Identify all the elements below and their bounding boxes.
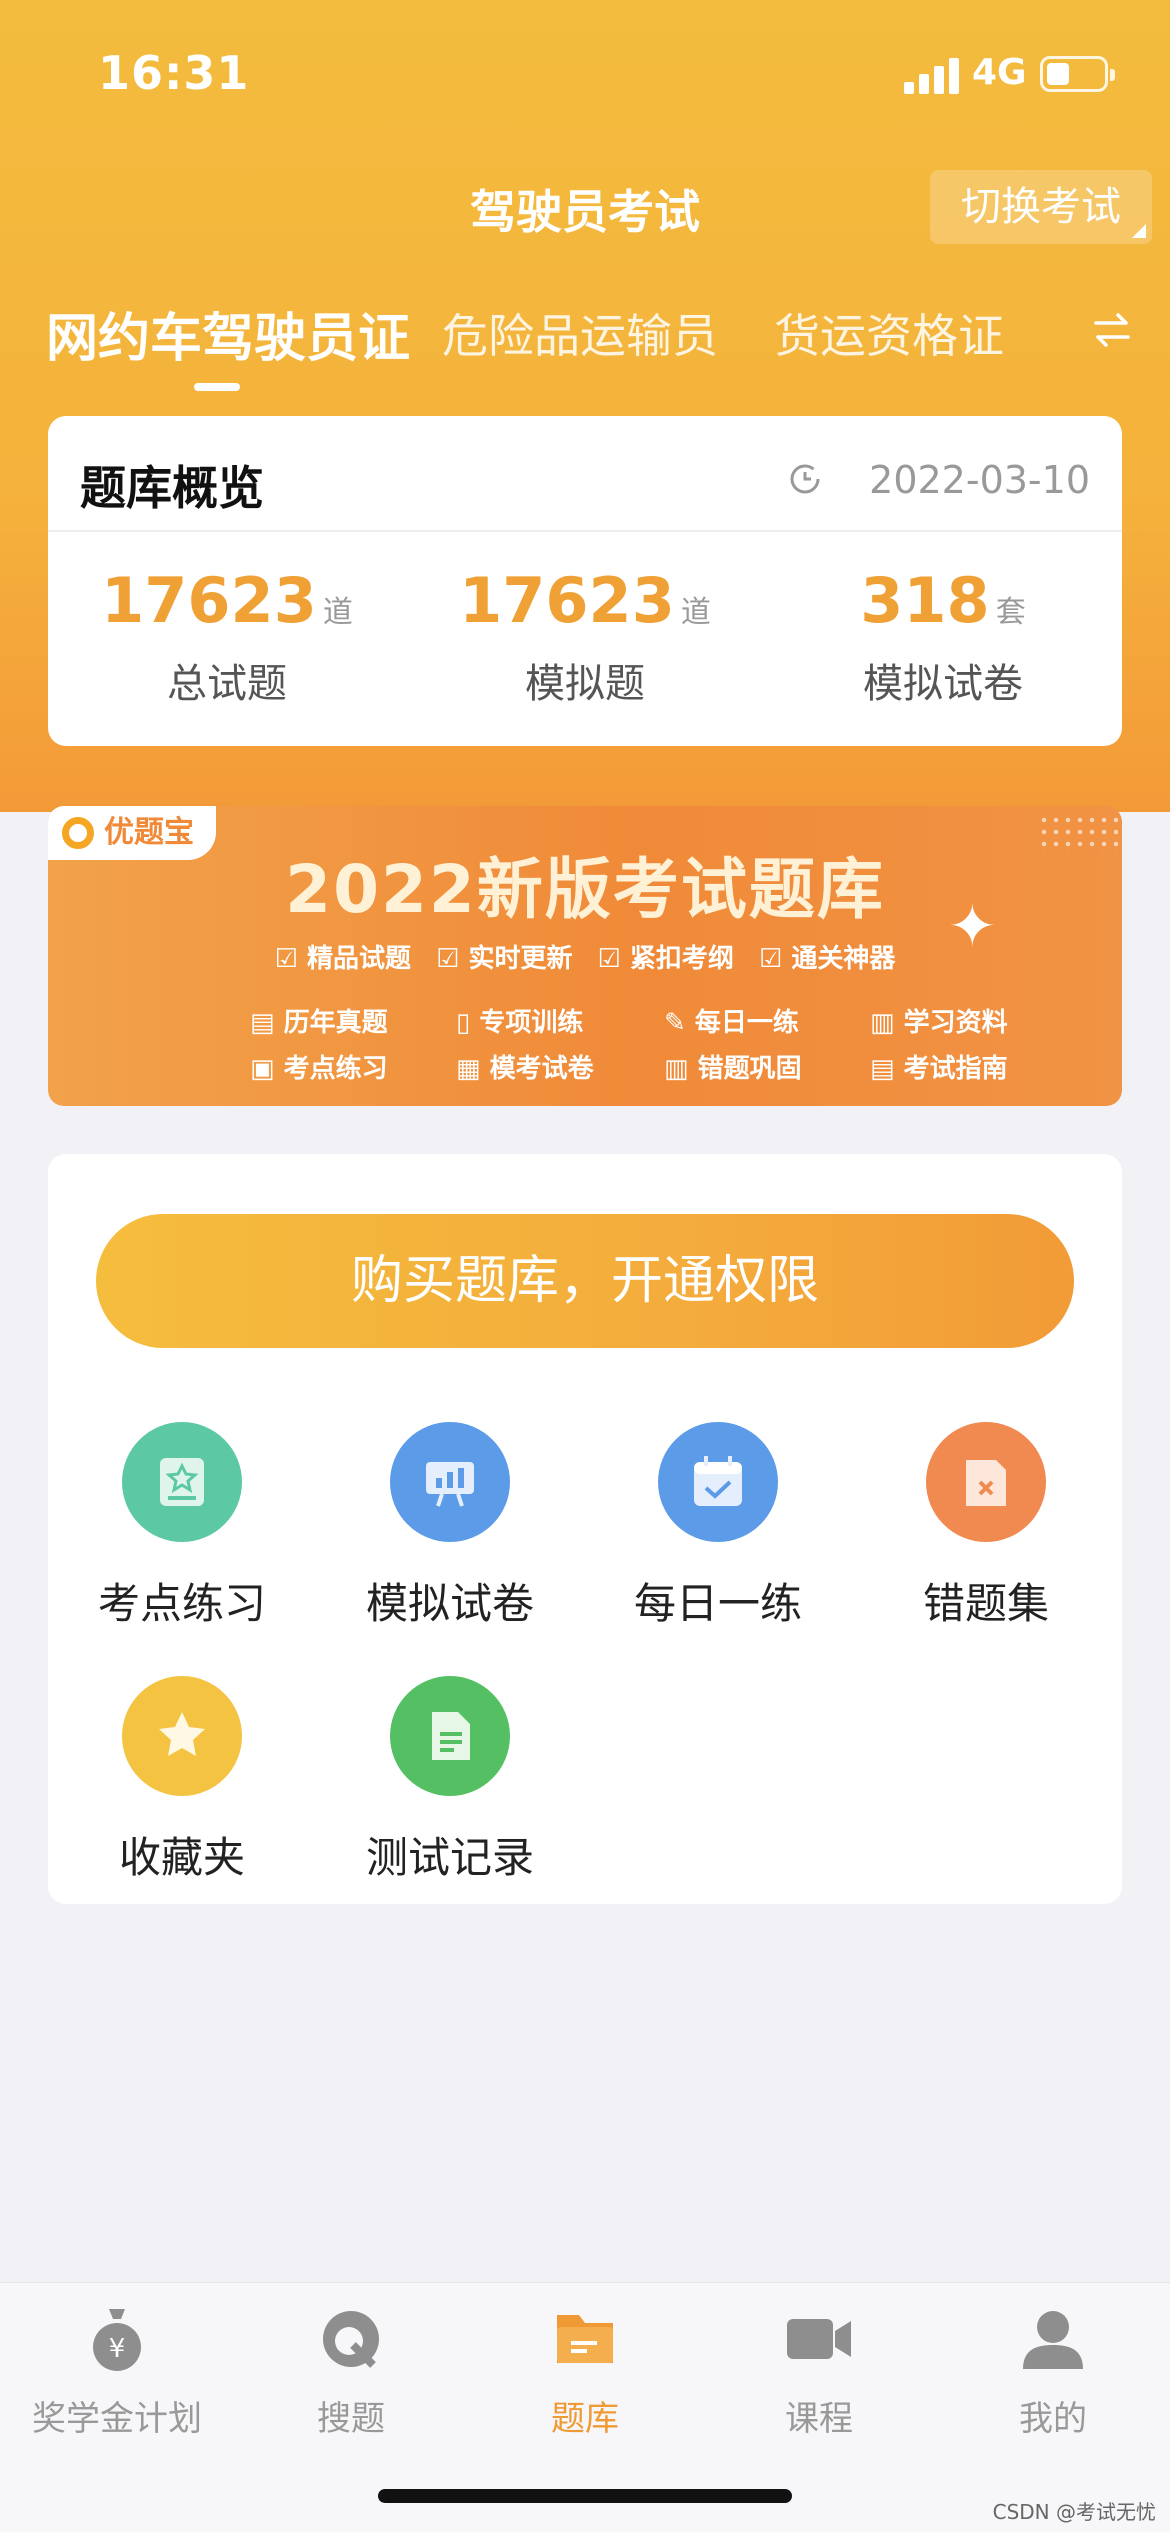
banner-item: ▥ 学习资料 [870,1008,1008,1038]
stat-label: 总试题 [167,661,287,707]
banner-item: ✎ 每日一练 [664,1008,799,1038]
nav-search[interactable]: 搜题 [234,2301,468,2440]
overview-date: 2022-03-10 [869,458,1090,502]
func-label: 错题集 [922,1579,1049,1628]
money-bag-icon: ¥ [93,2309,141,2371]
banner-item: ▣ 考点练习 [250,1054,388,1084]
nav-label: 课程 [785,2399,853,2439]
error-folder-icon [926,1422,1046,1542]
svg-text:¥: ¥ [109,2334,126,2364]
function-card: 购买题库，开通权限 考点练习 模拟试卷 每日一练 错题集 收藏夹 测试记录 [48,1154,1122,1904]
func-label: 每日一练 [633,1579,802,1628]
calendar-check-icon [658,1422,778,1542]
switch-exam-button[interactable]: 切换考试 [930,170,1152,244]
nav-question-bank[interactable]: 题库 [468,2301,702,2440]
tab-freight[interactable]: 货运资格证 [774,300,1004,366]
banner-item: ▤ 考试指南 [870,1054,1008,1084]
swap-icon[interactable] [1090,308,1134,352]
nav-label: 我的 [1019,2399,1087,2439]
stat-value: 17623 [101,564,317,637]
func-daily-practice[interactable]: 每日一练 [584,1422,852,1631]
signal-icon [904,54,960,94]
banner-features: ☑ 精品试题 ☑ 实时更新 ☑ 紧扣考纲 ☑ 通关神器 [274,944,896,974]
nav-courses[interactable]: 课程 [702,2301,936,2440]
stat-label: 模拟题 [525,661,645,707]
home-indicator [378,2489,792,2503]
func-label: 模拟试卷 [365,1579,534,1628]
clock-icon [790,464,820,494]
document-icon [390,1676,510,1796]
tab-hazmat[interactable]: 危险品运输员 [442,300,718,366]
user-icon [1023,2311,1083,2369]
nav-profile[interactable]: 我的 [936,2301,1170,2440]
feature-label: 紧扣考纲 [629,944,734,974]
overview-title: 题库概览 [80,461,264,515]
stat-value: 17623 [459,564,675,637]
active-tab-indicator [194,383,240,391]
corner-triangle-icon [1132,224,1146,238]
nav-label: 题库 [551,2399,619,2439]
folder-icon [557,2315,613,2363]
banner-item: ▯ 专项训练 [456,1008,584,1038]
divider [48,530,1122,532]
watermark: CSDN @考试无忧 [992,2500,1156,2524]
stat-mock-questions: 17623 道 模拟题 [406,564,764,709]
banner-item: ▤ 历年真题 [250,1008,388,1038]
nav-scholarship[interactable]: ¥ 奖学金计划 [0,2301,234,2440]
video-camera-icon [787,2319,851,2359]
tab-ride-hailing[interactable]: 网约车驾驶员证 [46,296,410,371]
func-label: 考点练习 [97,1579,266,1628]
stat-unit: 道 [322,595,353,630]
func-test-records[interactable]: 测试记录 [316,1676,584,1885]
func-error-collection[interactable]: 错题集 [852,1422,1120,1631]
banner-item: ▥ 错题巩固 [664,1054,802,1084]
stat-unit: 套 [995,595,1026,630]
func-label: 测试记录 [365,1833,534,1882]
feature-label: 实时更新 [468,944,573,974]
feature-label: 精品试题 [307,944,412,974]
nav-label: 奖学金计划 [32,2399,202,2439]
star-icon [122,1676,242,1796]
promo-banner[interactable]: 优题宝 2022新版考试题库 ✦ ☑ 精品试题 ☑ 实时更新 ☑ 紧扣考纲 ☑ … [48,806,1122,1106]
stat-mock-papers: 318 套 模拟试卷 [764,564,1122,709]
stat-unit: 道 [680,595,711,630]
stat-value: 318 [860,564,990,637]
buy-question-bank-button[interactable]: 购买题库，开通权限 [96,1214,1074,1348]
stat-total: 17623 道 总试题 [48,564,406,709]
star-book-icon [122,1422,242,1542]
stat-label: 模拟试卷 [863,661,1023,707]
func-label: 收藏夹 [118,1833,245,1882]
func-mock-papers[interactable]: 模拟试卷 [316,1422,584,1631]
banner-item: ▦ 模考试卷 [456,1054,594,1084]
overview-card: 题库概览 2022-03-10 17623 道 总试题 17623 道 模拟题 31… [48,416,1122,746]
network-label: 4G [972,52,1027,93]
chart-board-icon [390,1422,510,1542]
nav-label: 搜题 [317,2399,385,2439]
battery-icon [1040,56,1115,92]
search-q-icon [323,2311,379,2368]
switch-exam-label: 切换考试 [961,184,1121,230]
feature-label: 通关神器 [791,944,896,974]
status-time: 16:31 [98,46,250,100]
func-favorites[interactable]: 收藏夹 [48,1676,316,1885]
func-key-points[interactable]: 考点练习 [48,1422,316,1631]
